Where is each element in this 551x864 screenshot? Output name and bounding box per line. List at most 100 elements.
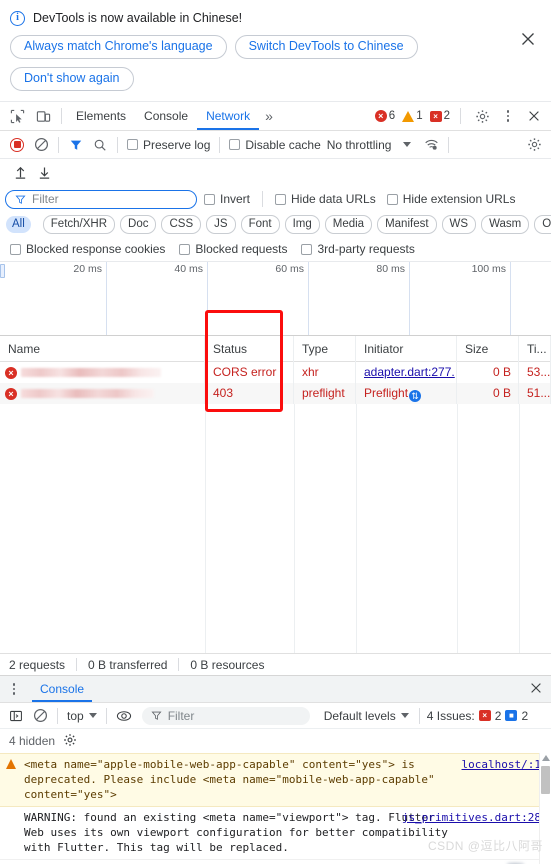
drawer-close-icon[interactable]	[529, 681, 543, 698]
filter-input[interactable]: Filter	[5, 189, 197, 209]
record-stop-icon[interactable]	[5, 133, 29, 157]
search-icon[interactable]	[88, 133, 112, 157]
tab-network[interactable]: Network	[197, 102, 260, 130]
device-toolbar-icon[interactable]	[30, 103, 56, 129]
drawer-tab-console[interactable]: Console	[32, 676, 93, 702]
column-header-initiator[interactable]: Initiator	[356, 335, 457, 362]
disable-cache-checkbox[interactable]: Disable cache	[225, 138, 324, 152]
issue-square-icon: ×	[429, 110, 442, 122]
timeline-gridline	[106, 262, 107, 335]
column-header-name[interactable]: Name	[0, 335, 205, 362]
console-scrollbar[interactable]	[539, 753, 551, 864]
cell-type: xhr	[294, 362, 356, 383]
network-overview-timeline[interactable]: 20 ms 40 ms 60 ms 80 ms 100 ms	[0, 262, 551, 336]
issues-counter[interactable]: × 2	[428, 110, 452, 122]
scrollbar-thumb[interactable]	[541, 766, 550, 794]
live-expression-icon[interactable]	[112, 704, 136, 728]
preserve-log-checkbox[interactable]: Preserve log	[123, 138, 214, 152]
chip-css[interactable]: CSS	[161, 215, 202, 234]
switch-to-chinese-button[interactable]: Switch DevTools to Chinese	[234, 35, 418, 59]
console-source-link[interactable]: js_primitives.dart:28	[402, 810, 541, 825]
invert-checkbox[interactable]: Invert	[200, 192, 254, 206]
redacted-request-name	[21, 368, 161, 377]
clear-console-icon[interactable]	[28, 704, 52, 728]
kebab-menu-icon[interactable]	[498, 105, 518, 127]
cell-name: ×	[0, 383, 205, 404]
checkbox-box	[10, 243, 21, 255]
checkbox-box	[127, 139, 138, 150]
error-circle-icon: ×	[5, 366, 17, 379]
cell-initiator[interactable]: adapter.dart:277.	[356, 362, 457, 383]
checkbox-box	[301, 243, 313, 255]
console-message-plain[interactable]: WARNING: found an existing <meta name="v…	[0, 807, 551, 860]
cell-size: 0 B	[457, 362, 519, 383]
hide-extension-urls-checkbox[interactable]: Hide extension URLs	[383, 192, 520, 206]
gear-icon[interactable]	[469, 103, 495, 129]
import-har-icon[interactable]	[8, 161, 32, 185]
timeline-range-handle[interactable]	[0, 264, 5, 278]
dont-show-again-button[interactable]: Don't show again	[10, 67, 134, 91]
blocked-requests-checkbox[interactable]: Blocked requests	[175, 242, 291, 256]
drawer-kebab-menu-icon[interactable]	[4, 678, 24, 700]
error-counter[interactable]: × 6	[373, 110, 397, 122]
inspect-element-icon[interactable]	[4, 103, 30, 129]
column-header-status[interactable]: Status	[205, 335, 294, 362]
banner-message: DevTools is now available in Chinese!	[33, 11, 243, 25]
export-har-icon[interactable]	[32, 161, 56, 185]
tab-console[interactable]: Console	[135, 102, 197, 130]
chip-fetch-xhr[interactable]: Fetch/XHR	[42, 215, 116, 234]
chip-ws[interactable]: WS	[441, 215, 477, 234]
initiator-link[interactable]: adapter.dart:277.	[364, 365, 455, 379]
filter-divider	[262, 191, 264, 207]
chip-img[interactable]: Img	[284, 215, 320, 234]
chip-manifest[interactable]: Manifest	[377, 215, 437, 234]
console-message-empty[interactable]: js_primitives.dart:28	[0, 860, 551, 864]
warning-counter[interactable]: 1	[400, 110, 424, 122]
console-sidebar-icon[interactable]	[4, 704, 28, 728]
hidden-count-label[interactable]: 4 hidden	[9, 734, 55, 748]
console-source-link[interactable]: localhost/:1	[462, 757, 541, 772]
log-levels-select[interactable]: Default levels	[324, 709, 409, 723]
chip-media[interactable]: Media	[324, 215, 373, 234]
toolbar-divider-1	[58, 136, 59, 153]
table-row[interactable]: × 403 preflight Preflight ⇅ 0 B 51...	[0, 383, 551, 404]
console-issues-summary[interactable]: 4 Issues: × 2 ■ 2	[427, 709, 528, 723]
console-filter-input[interactable]: Filter	[141, 706, 310, 725]
timeline-tick-100ms: 100 ms	[471, 263, 506, 275]
warning-triangle-icon	[402, 110, 415, 122]
chip-wasm[interactable]: Wasm	[481, 215, 530, 234]
timeline-tick-80ms: 80 ms	[376, 263, 405, 275]
tab-elements[interactable]: Elements	[67, 102, 135, 130]
filter-funnel-icon[interactable]	[64, 133, 88, 157]
table-row[interactable]: × CORS error xhr adapter.dart:277. 0 B 5…	[0, 362, 551, 383]
chevron-down-icon	[88, 713, 97, 718]
summary-requests: 2 requests	[9, 657, 66, 672]
always-match-language-button[interactable]: Always match Chrome's language	[10, 35, 227, 59]
chip-other[interactable]: Other	[534, 215, 551, 234]
network-conditions-icon[interactable]	[419, 133, 443, 157]
preflight-info-icon[interactable]: ⇅	[409, 390, 422, 402]
chip-js[interactable]: JS	[206, 215, 236, 234]
console-message-warning[interactable]: <meta name="apple-mobile-web-app-capable…	[0, 753, 551, 807]
chip-all[interactable]: All	[6, 216, 31, 233]
more-tabs-icon[interactable]: »	[259, 108, 278, 124]
chevron-down-icon[interactable]	[403, 142, 412, 147]
har-toolbar	[0, 159, 551, 186]
chip-doc[interactable]: Doc	[120, 215, 157, 234]
column-header-type[interactable]: Type	[294, 335, 356, 362]
scroll-up-arrow-icon[interactable]	[542, 755, 550, 761]
issues-count: 2	[443, 110, 450, 122]
clear-network-log-icon[interactable]	[29, 133, 53, 157]
column-header-size[interactable]: Size	[457, 335, 519, 362]
execution-context-select[interactable]: top	[63, 709, 101, 723]
console-settings-gear-icon[interactable]	[63, 733, 77, 750]
devtools-close-icon[interactable]	[521, 103, 547, 129]
network-settings-gear-icon[interactable]	[522, 133, 546, 157]
banner-close-icon[interactable]	[519, 30, 537, 48]
hide-data-urls-checkbox[interactable]: Hide data URLs	[271, 192, 380, 206]
column-header-time[interactable]: Ti...	[519, 335, 551, 362]
chip-font[interactable]: Font	[240, 215, 280, 234]
third-party-requests-checkbox[interactable]: 3rd-party requests	[297, 242, 418, 256]
blocked-response-cookies-checkbox[interactable]: Blocked response cookies	[6, 242, 169, 256]
throttling-select[interactable]: No throttling	[325, 138, 394, 152]
